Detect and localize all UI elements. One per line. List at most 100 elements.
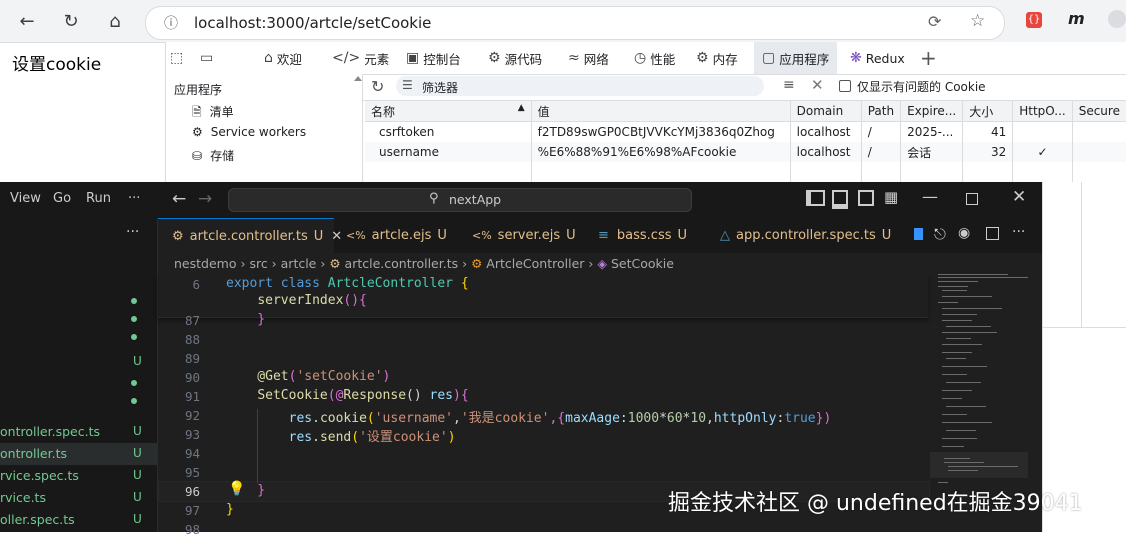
tab-application[interactable]: ▢ 应用程序: [754, 42, 838, 74]
column-header-httponly[interactable]: HttpO...: [1012, 101, 1073, 122]
command-center-search[interactable]: ⚲ nextApp: [228, 188, 692, 212]
tab-app-controller-spec[interactable]: △ app.controller.spec.ts U: [720, 218, 891, 253]
split-editor-icon[interactable]: [986, 227, 999, 240]
menu-run[interactable]: Run: [86, 191, 111, 206]
more-actions-icon[interactable]: ···: [126, 224, 139, 240]
sidebar-scrollbar[interactable]: [354, 76, 362, 182]
close-icon[interactable]: ✕: [1012, 187, 1026, 207]
breadcrumb-item[interactable]: artcle.controller.ts: [345, 256, 459, 271]
column-header-secure[interactable]: Secure: [1072, 101, 1126, 122]
tab-console[interactable]: ▣ 控制台: [406, 42, 461, 74]
breadcrumb-item[interactable]: ArtcleController: [486, 256, 584, 271]
code-line[interactable]: SetCookie(@Response() res){: [226, 388, 468, 403]
list-item[interactable]: ontroller.ts U: [0, 443, 157, 465]
delete-icon[interactable]: ✕: [811, 76, 824, 94]
add-tab-icon[interactable]: +: [920, 42, 937, 74]
tab-redux[interactable]: ❋ Redux: [850, 42, 905, 74]
sidebar-item-storage[interactable]: ⛁ 存储: [192, 147, 234, 164]
customize-layout-icon[interactable]: ▦: [884, 188, 898, 206]
profile-avatar[interactable]: [1108, 10, 1126, 28]
close-tab-icon[interactable]: ✕: [331, 229, 342, 244]
untracked-badge: U: [133, 490, 142, 504]
tab-performance[interactable]: ◷ 性能: [634, 42, 675, 74]
cookie-httponly: [1012, 121, 1073, 142]
extension-icon[interactable]: {}: [1026, 12, 1042, 28]
toggle-panel-icon[interactable]: [832, 190, 848, 209]
toggle-secondary-sidebar-icon[interactable]: [858, 190, 874, 206]
forward-arrow-icon[interactable]: →: [198, 189, 212, 209]
address-bar[interactable]: ⓘ localhost:3000/artcle/setCookie ⟳ ☆: [145, 6, 1005, 40]
code-line[interactable]: export class ArtcleController {: [226, 276, 469, 291]
database-icon: ⛁: [192, 149, 203, 163]
tab-network[interactable]: ≈ 网络: [568, 42, 609, 74]
tab-welcome[interactable]: ⌂ 欢迎: [264, 42, 302, 74]
table-row[interactable]: csrftoken f2TD89swGP0CBtJVVKcYMj3836q0Zh…: [365, 121, 1126, 142]
back-arrow-icon[interactable]: ←: [172, 189, 186, 209]
code-line[interactable]: }: [226, 483, 265, 498]
maximize-icon[interactable]: [966, 193, 978, 205]
column-header-size[interactable]: 大小: [962, 101, 1014, 122]
search-icon: ⚲: [429, 191, 439, 206]
column-header-expires[interactable]: Expire...: [900, 101, 964, 122]
breadcrumb-item[interactable]: src: [249, 256, 267, 271]
indent-guide: [257, 409, 258, 483]
code-line[interactable]: }: [226, 312, 265, 327]
code-line[interactable]: }: [226, 502, 234, 517]
code-line[interactable]: serverIndex(){: [226, 293, 367, 308]
list-item[interactable]: rvice.spec.ts U: [0, 465, 157, 487]
breadcrumb-item[interactable]: nestdemo: [174, 256, 236, 271]
minimize-icon[interactable]: —: [922, 187, 938, 206]
tab-bass-css[interactable]: ≡ bass.css U: [598, 218, 687, 253]
refresh-icon[interactable]: ↻: [371, 77, 384, 96]
table-row[interactable]: username %E6%88%91%E6%98%AFcookie localh…: [365, 142, 1126, 162]
menu-go[interactable]: Go: [53, 191, 71, 206]
breadcrumb-item[interactable]: SetCookie: [611, 256, 674, 271]
eye-off-icon[interactable]: ◉: [958, 225, 970, 241]
tab-label: artcle.controller.ts: [189, 228, 308, 244]
device-toolbar-icon[interactable]: ▭: [200, 42, 224, 74]
breadcrumb-item[interactable]: artcle: [281, 256, 317, 271]
sidebar-item-service-workers[interactable]: ⚙ Service workers: [192, 125, 306, 139]
cookie-size: 41: [962, 121, 1014, 142]
code-line[interactable]: @Get('setCookie'): [226, 369, 390, 384]
info-icon[interactable]: ⓘ: [164, 13, 178, 33]
tab-artcle-controller[interactable]: ⚙ artcle.controller.ts U ✕: [158, 218, 342, 253]
tab-server-ejs[interactable]: <% server.ejs U: [472, 218, 576, 253]
tab-sources[interactable]: ⚙ 源代码: [488, 42, 542, 74]
minimap-slider[interactable]: [930, 452, 1028, 478]
list-item[interactable]: oller.spec.ts U: [0, 509, 157, 531]
code-token: .: [312, 430, 320, 445]
code-token: 'setCookie': [296, 369, 383, 384]
column-header-domain[interactable]: Domain: [790, 101, 862, 122]
column-header-value[interactable]: 值: [531, 101, 791, 122]
menu-more[interactable]: ···: [128, 191, 140, 206]
sidebar-item-manifest[interactable]: 🗎 清单: [192, 103, 234, 124]
cookie-path: /: [861, 142, 902, 162]
list-item[interactable]: rvice.ts U: [0, 487, 157, 509]
code-line[interactable]: res.send('设置cookie'): [226, 426, 456, 445]
menu-view[interactable]: View: [10, 191, 41, 206]
code-token: serverIndex: [257, 293, 344, 308]
translate-icon[interactable]: ⟳: [928, 12, 941, 31]
list-item[interactable]: ontroller.spec.ts U: [0, 421, 157, 443]
more-actions-icon[interactable]: ···: [1012, 224, 1025, 240]
tab-elements[interactable]: </> 元素: [332, 42, 389, 74]
column-header-path[interactable]: Path: [861, 101, 902, 122]
extension-m-icon[interactable]: m: [1068, 9, 1085, 28]
star-bookmark-icon[interactable]: ☆: [970, 11, 985, 31]
tab-memory[interactable]: ⚙ 内存: [696, 42, 738, 74]
filter-input[interactable]: ☰ 筛选器: [396, 76, 764, 96]
tab-artcle-ejs[interactable]: <% artcle.ejs U: [346, 218, 447, 253]
toggle-sidebar-icon[interactable]: [806, 190, 825, 206]
home-icon[interactable]: ⌂: [102, 8, 128, 34]
back-arrow-icon[interactable]: ←: [14, 8, 40, 34]
clear-filter-icon[interactable]: ≡: [783, 77, 795, 93]
column-header-name[interactable]: 名称 ▲: [365, 101, 532, 122]
open-preview-icon[interactable]: [914, 228, 923, 240]
compare-icon[interactable]: ⎋: [934, 225, 946, 243]
reload-icon[interactable]: ↻: [58, 8, 84, 34]
code-line[interactable]: res.cookie('username','我是cookie',{maxAag…: [226, 407, 832, 426]
inspect-element-icon[interactable]: ⬚: [170, 42, 194, 74]
code-token: :: [619, 411, 628, 426]
only-issues-checkbox[interactable]: [839, 80, 851, 92]
